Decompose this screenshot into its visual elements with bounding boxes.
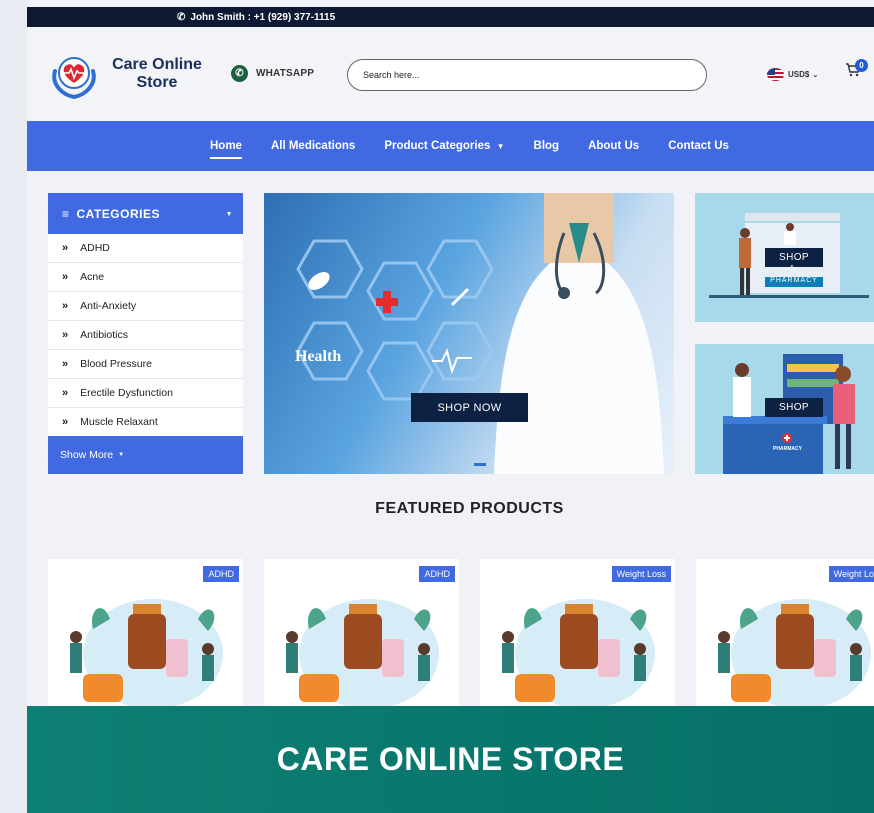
whatsapp-link[interactable]: ✆ WHATSAPP	[231, 65, 314, 82]
shop-now-button[interactable]: SHOP NOW	[411, 393, 528, 422]
show-more-label: Show More	[60, 449, 114, 461]
whatsapp-icon: ✆	[231, 65, 248, 82]
category-label: ADHD	[80, 242, 110, 254]
us-flag-icon	[767, 68, 784, 81]
top-contact-bar: ✆ John Smith : +1 (929) 377-1115	[27, 7, 874, 27]
chevron-down-icon: ⌄	[812, 71, 819, 79]
double-chevron-icon: »	[62, 329, 69, 341]
double-chevron-icon: »	[62, 387, 69, 399]
double-chevron-icon: »	[62, 358, 69, 370]
logo-text[interactable]: Care Online Store	[102, 56, 212, 92]
product-image	[286, 599, 439, 709]
category-item-adhd[interactable]: » ADHD	[48, 234, 243, 263]
category-tag[interactable]: Weight Loss	[828, 566, 874, 582]
hero-illustration	[296, 193, 664, 474]
nav-about-us[interactable]: About Us	[588, 140, 639, 152]
product-card[interactable]: ADHD	[48, 559, 243, 719]
category-item-blood-pressure[interactable]: » Blood Pressure	[48, 350, 243, 379]
product-image	[502, 599, 655, 709]
cart-count-badge: 0	[855, 59, 868, 72]
promo-banner-pharmacy-1[interactable]: SHOP + PHARMACY	[695, 193, 874, 322]
category-tag[interactable]: ADHD	[203, 566, 239, 582]
nav-all-medications[interactable]: All Medications	[271, 140, 355, 152]
double-chevron-icon: »	[62, 242, 69, 254]
nav-contact-us[interactable]: Contact Us	[668, 140, 729, 152]
nav-home[interactable]: Home	[210, 140, 242, 159]
product-image	[718, 599, 871, 709]
nav-blog[interactable]: Blog	[534, 140, 560, 152]
contact-text: John Smith : +1 (929) 377-1115	[190, 11, 336, 23]
nav-product-categories-label: Product Categories	[384, 140, 491, 152]
store-title-banner: CARE ONLINE STORE	[27, 706, 874, 813]
category-tag[interactable]: ADHD	[419, 566, 455, 582]
category-item-antibiotics[interactable]: » Antibiotics	[48, 321, 243, 350]
logo-line2: Store	[136, 74, 178, 91]
nav-product-categories[interactable]: Product Categories ▼	[384, 140, 504, 152]
pharmacy-text: PHARMACY	[773, 446, 802, 452]
promo-banner-pharmacy-2[interactable]: SHOP PHARMACY	[695, 344, 874, 474]
currency-label: USD$	[788, 70, 810, 79]
caret-down-icon: ▼	[225, 211, 233, 218]
category-tag[interactable]: Weight Loss	[611, 566, 671, 582]
double-chevron-icon: »	[62, 271, 69, 283]
category-item-erectile-dysfunction[interactable]: » Erectile Dysfunction	[48, 379, 243, 408]
category-label: Acne	[80, 271, 105, 283]
logo-line1: Care Online	[112, 56, 202, 73]
category-item-muscle-relaxant[interactable]: » Muscle Relaxant	[48, 408, 243, 437]
whatsapp-label: WHATSAPP	[256, 68, 315, 79]
site-header: Care Online Store ✆ WHATSAPP Search here…	[27, 27, 874, 121]
product-card[interactable]: Weight Loss	[480, 559, 675, 719]
page-frame: ✆ John Smith : +1 (929) 377-1115 Care On…	[27, 0, 874, 813]
shop-button[interactable]: SHOP	[765, 398, 823, 417]
category-label: Anti-Anxiety	[80, 300, 137, 312]
pharmacy-text: PHARMACY	[765, 277, 823, 287]
product-image	[70, 599, 223, 709]
categories-panel: ≡ CATEGORIES ▼ » ADHD » Acne » Anti-Anxiety…	[48, 193, 243, 474]
phone-icon: ✆	[177, 11, 186, 23]
hero-banner[interactable]: Health SHOP NOW	[264, 193, 674, 474]
category-label: Muscle Relaxant	[80, 416, 158, 428]
double-chevron-icon: »	[62, 300, 69, 312]
categories-title: CATEGORIES	[76, 206, 160, 221]
category-label: Blood Pressure	[80, 358, 152, 370]
currency-selector[interactable]: USD$ ⌄	[767, 68, 818, 81]
featured-products-heading: FEATURED PRODUCTS	[375, 500, 564, 517]
category-label: Erectile Dysfunction	[80, 387, 173, 399]
category-item-acne[interactable]: » Acne	[48, 263, 243, 292]
double-chevron-icon: »	[62, 416, 69, 428]
caret-down-icon: ▼	[118, 452, 125, 458]
show-more-button[interactable]: Show More ▼	[48, 436, 243, 474]
menu-icon: ≡	[62, 206, 70, 221]
plus-text: +	[789, 263, 795, 274]
product-card[interactable]: Weight Loss	[696, 559, 874, 719]
search-placeholder: Search here...	[363, 70, 420, 80]
product-card[interactable]: ADHD	[264, 559, 459, 719]
search-input[interactable]: Search here...	[347, 59, 707, 91]
health-label: Health	[295, 348, 342, 365]
slider-indicator[interactable]	[474, 463, 486, 466]
logo-heart-icon[interactable]	[49, 51, 99, 99]
category-label: Antibiotics	[80, 329, 128, 341]
main-nav: Home All Medications Product Categories …	[27, 121, 874, 171]
caret-down-icon: ▼	[496, 142, 505, 151]
category-item-anti-anxiety[interactable]: » Anti-Anxiety	[48, 292, 243, 321]
categories-header[interactable]: ≡ CATEGORIES ▼	[48, 193, 243, 234]
